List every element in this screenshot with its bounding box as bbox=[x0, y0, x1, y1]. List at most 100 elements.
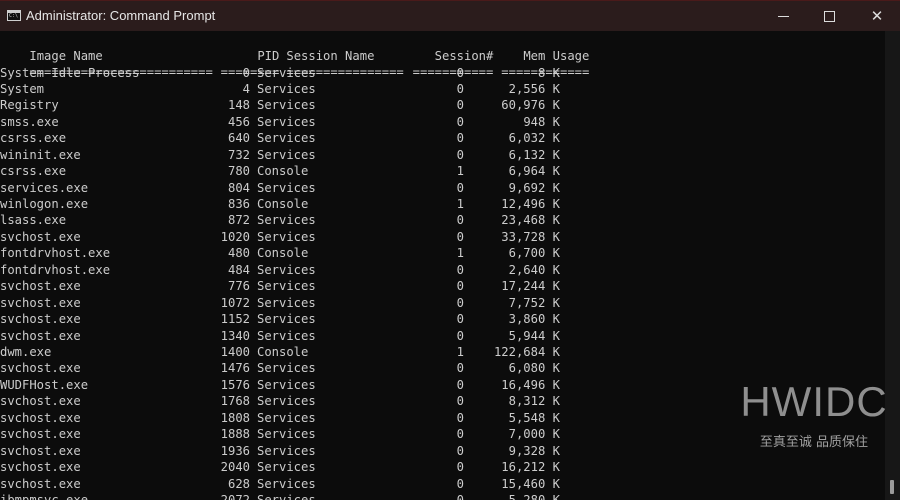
cell-image-name: smss.exe bbox=[0, 114, 59, 129]
cell-session-number: 0 bbox=[456, 443, 464, 458]
table-row: svchost.exe 1340 Services 0 5,944 K bbox=[0, 328, 560, 344]
cell-session-name: Services bbox=[257, 312, 316, 327]
cmd-icon-glyph: C:\ bbox=[9, 13, 19, 19]
cell-mem-usage: 12,496 K bbox=[501, 197, 560, 212]
table-row: ibmpmsvc.exe 2072 Services 0 5,280 K bbox=[0, 492, 560, 500]
cell-pid: 456 bbox=[227, 114, 250, 129]
window-title: Administrator: Command Prompt bbox=[26, 8, 216, 23]
cell-mem-usage: 7,000 K bbox=[508, 427, 560, 442]
cell-session-number: 0 bbox=[456, 410, 464, 425]
table-row: svchost.exe 1020 Services 0 33,728 K bbox=[0, 229, 560, 245]
cell-image-name: svchost.exe bbox=[0, 328, 81, 343]
scrollbar-thumb[interactable] bbox=[890, 480, 894, 494]
cell-session-name: Services bbox=[257, 262, 316, 277]
cell-session-name: Services bbox=[257, 410, 316, 425]
table-separator: ========================= ======== =======… bbox=[0, 48, 589, 79]
cell-mem-usage: 33,728 K bbox=[501, 229, 560, 244]
cell-session-name: Services bbox=[257, 295, 316, 310]
cell-session-number: 1 bbox=[456, 164, 464, 179]
cell-mem-usage: 948 K bbox=[523, 114, 560, 129]
title-bar[interactable]: C:\ Administrator: Command Prompt ✕ bbox=[0, 0, 900, 31]
cell-session-number: 0 bbox=[456, 312, 464, 327]
cell-pid: 1768 bbox=[220, 394, 250, 409]
cell-session-name: Console bbox=[257, 197, 309, 212]
cell-session-name: Services bbox=[257, 131, 316, 146]
cell-session-number: 1 bbox=[456, 344, 464, 359]
table-row: svchost.exe 2040 Services 0 16,212 K bbox=[0, 459, 560, 475]
close-icon: ✕ bbox=[870, 7, 884, 25]
cell-mem-usage: 8,312 K bbox=[508, 394, 560, 409]
table-row: svchost.exe 1768 Services 0 8,312 K bbox=[0, 393, 560, 409]
cell-pid: 2040 bbox=[220, 460, 250, 475]
cell-image-name: dwm.exe bbox=[0, 344, 52, 359]
minimize-button[interactable] bbox=[760, 1, 806, 32]
cell-pid: 1400 bbox=[220, 344, 250, 359]
cell-pid: 1888 bbox=[220, 427, 250, 442]
cell-pid: 1072 bbox=[220, 295, 250, 310]
cell-pid: 1936 bbox=[220, 443, 250, 458]
table-row: svchost.exe 1152 Services 0 3,860 K bbox=[0, 311, 560, 327]
cell-mem-usage: 16,496 K bbox=[501, 377, 560, 392]
cell-mem-usage: 2,640 K bbox=[508, 262, 560, 277]
table-row: svchost.exe 628 Services 0 15,460 K bbox=[0, 476, 560, 492]
cell-session-number: 0 bbox=[456, 81, 464, 96]
cell-image-name: svchost.exe bbox=[0, 410, 81, 425]
cell-session-number: 0 bbox=[456, 114, 464, 129]
cell-image-name: svchost.exe bbox=[0, 361, 81, 376]
maximize-button[interactable] bbox=[806, 1, 852, 32]
cell-session-number: 0 bbox=[456, 492, 464, 500]
cell-session-number: 1 bbox=[456, 197, 464, 212]
cell-pid: 732 bbox=[227, 147, 250, 162]
table-row: smss.exe 456 Services 0 948 K bbox=[0, 114, 560, 130]
cell-image-name: csrss.exe bbox=[0, 164, 67, 179]
cell-image-name: ibmpmsvc.exe bbox=[0, 492, 89, 500]
cell-pid: 776 bbox=[227, 279, 250, 294]
cell-image-name: svchost.exe bbox=[0, 460, 81, 475]
table-row: svchost.exe 776 Services 0 17,244 K bbox=[0, 278, 560, 294]
cell-session-name: Services bbox=[257, 147, 316, 162]
cell-session-name: Services bbox=[257, 180, 316, 195]
cell-pid: 148 bbox=[227, 98, 250, 113]
cell-session-number: 0 bbox=[456, 65, 464, 80]
cell-session-name: Services bbox=[257, 460, 316, 475]
table-row: winlogon.exe 836 Console 1 12,496 K bbox=[0, 196, 560, 212]
table-row: Registry 148 Services 0 60,976 K bbox=[0, 97, 560, 113]
cell-pid: 804 bbox=[227, 180, 250, 195]
cell-mem-usage: 6,080 K bbox=[508, 361, 560, 376]
cell-mem-usage: 2,556 K bbox=[508, 81, 560, 96]
cell-session-name: Services bbox=[257, 476, 316, 491]
cell-pid: 484 bbox=[227, 262, 250, 277]
table-row: System Idle Process 0 Services 0 8 K bbox=[0, 65, 560, 81]
cell-image-name: svchost.exe bbox=[0, 476, 81, 491]
cell-image-name: svchost.exe bbox=[0, 443, 81, 458]
cell-session-name: Services bbox=[257, 213, 316, 228]
minimize-icon bbox=[777, 16, 789, 17]
table-row: wininit.exe 732 Services 0 6,132 K bbox=[0, 147, 560, 163]
table-header: Image Name PID Session Name Session# Mem Usa… bbox=[0, 32, 589, 63]
cell-pid: 872 bbox=[227, 213, 250, 228]
cell-session-number: 0 bbox=[456, 229, 464, 244]
cell-session-number: 0 bbox=[456, 377, 464, 392]
close-button[interactable]: ✕ bbox=[854, 1, 900, 32]
cell-pid: 640 bbox=[227, 131, 250, 146]
cell-pid: 628 bbox=[227, 476, 250, 491]
cell-session-name: Services bbox=[257, 328, 316, 343]
cell-mem-usage: 9,692 K bbox=[508, 180, 560, 195]
cell-session-name: Services bbox=[257, 114, 316, 129]
cell-mem-usage: 5,280 K bbox=[508, 492, 560, 500]
cell-session-number: 0 bbox=[456, 460, 464, 475]
cell-image-name: services.exe bbox=[0, 180, 89, 195]
cell-pid: 2072 bbox=[220, 492, 250, 500]
cell-session-name: Services bbox=[257, 443, 316, 458]
cell-session-name: Console bbox=[257, 246, 309, 261]
cell-session-name: Services bbox=[257, 377, 316, 392]
cell-mem-usage: 9,328 K bbox=[508, 443, 560, 458]
table-row: services.exe 804 Services 0 9,692 K bbox=[0, 180, 560, 196]
cell-mem-usage: 6,032 K bbox=[508, 131, 560, 146]
cell-pid: 836 bbox=[227, 197, 250, 212]
cell-session-number: 1 bbox=[456, 246, 464, 261]
table-row: svchost.exe 1072 Services 0 7,752 K bbox=[0, 295, 560, 311]
cell-mem-usage: 60,976 K bbox=[501, 98, 560, 113]
cell-session-number: 0 bbox=[456, 98, 464, 113]
table-row: dwm.exe 1400 Console 1 122,684 K bbox=[0, 344, 560, 360]
